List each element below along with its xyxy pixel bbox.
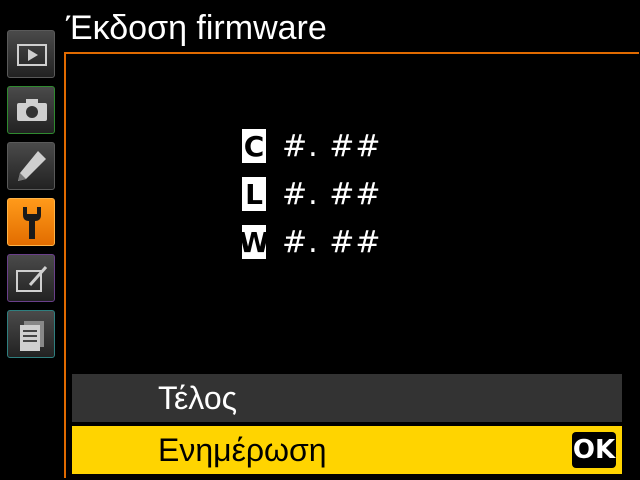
tab-setup-menu[interactable] xyxy=(7,198,55,246)
firmware-version: #. ## xyxy=(282,224,382,260)
tab-retouch-menu[interactable] xyxy=(7,254,55,302)
tab-playback-menu[interactable] xyxy=(7,30,55,78)
retouch-brush-icon xyxy=(16,266,48,292)
tab-shooting-menu[interactable] xyxy=(7,86,55,134)
firmware-line-l: L #. ## xyxy=(242,176,381,212)
play-icon xyxy=(17,44,47,66)
done-option[interactable]: Τέλος xyxy=(72,374,622,422)
pencil-icon xyxy=(18,151,46,181)
pages-icon xyxy=(20,321,44,351)
menu-tabs-sidebar xyxy=(0,0,62,480)
wrench-icon xyxy=(23,207,41,239)
firmware-version: #. ## xyxy=(282,176,382,212)
camera-icon xyxy=(17,99,47,121)
firmware-letter-badge: W xyxy=(238,225,270,259)
tab-custom-settings-menu[interactable] xyxy=(7,142,55,190)
done-label: Τέλος xyxy=(158,380,238,416)
tab-recent-settings-menu[interactable] xyxy=(7,310,55,358)
firmware-line-c: C #. ## xyxy=(242,128,381,164)
update-option[interactable]: Ενημέρωση OK xyxy=(72,426,622,474)
firmware-version: #. ## xyxy=(282,128,382,164)
firmware-line-w: W #. ## xyxy=(238,224,382,260)
firmware-letter-badge: L xyxy=(242,177,266,211)
update-label: Ενημέρωση xyxy=(158,432,327,468)
firmware-letter-badge: C xyxy=(242,129,266,163)
page-title: Έκδοση firmware xyxy=(66,9,327,47)
ok-button-icon: OK xyxy=(572,432,616,468)
